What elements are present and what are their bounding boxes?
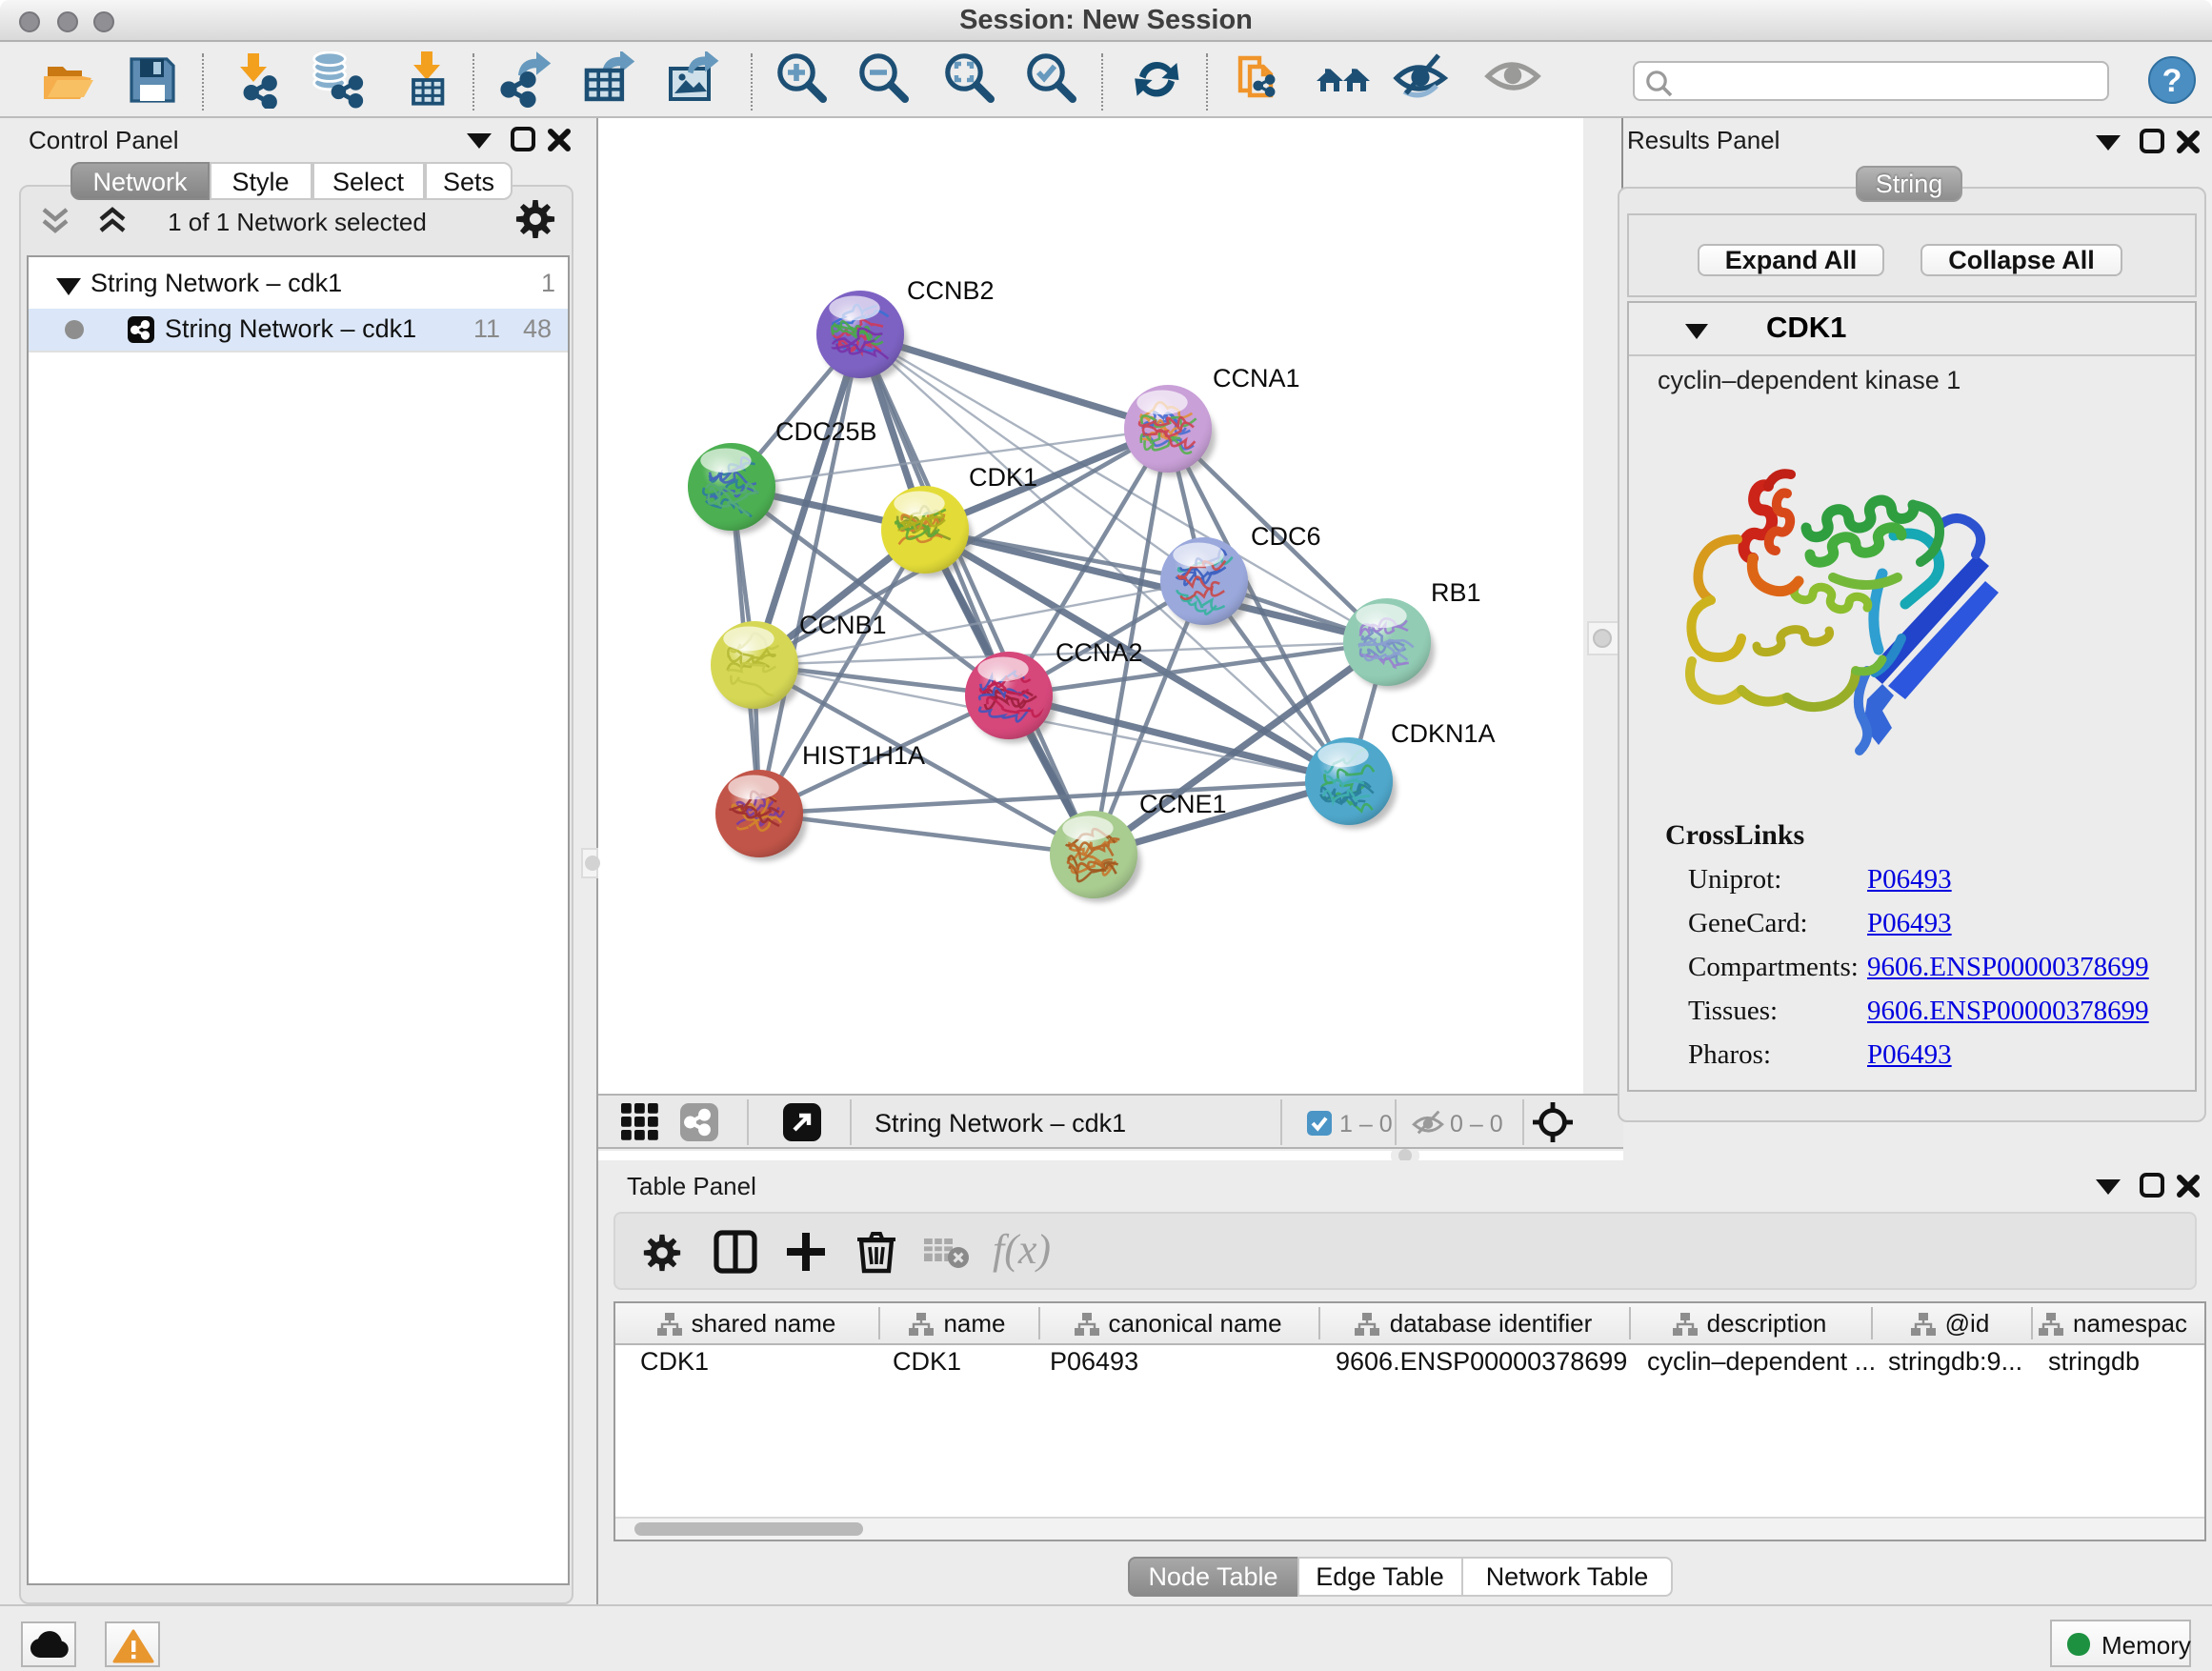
svg-text:CCNB1: CCNB1 — [799, 611, 887, 639]
svg-text:RB1: RB1 — [1431, 578, 1481, 607]
svg-text:CDC6: CDC6 — [1251, 522, 1321, 551]
svg-text:CCNE1: CCNE1 — [1139, 790, 1227, 818]
svg-text:CCNA2: CCNA2 — [1056, 638, 1143, 667]
svg-text:CCNB2: CCNB2 — [907, 276, 995, 305]
svg-text:CCNA1: CCNA1 — [1213, 364, 1300, 393]
svg-text:CDC25B: CDC25B — [775, 417, 877, 446]
svg-text:?: ? — [2162, 63, 2182, 99]
svg-text:CDK1: CDK1 — [969, 463, 1037, 492]
svg-text:CDKN1A: CDKN1A — [1391, 719, 1496, 748]
svg-text:HIST1H1A: HIST1H1A — [802, 741, 925, 770]
